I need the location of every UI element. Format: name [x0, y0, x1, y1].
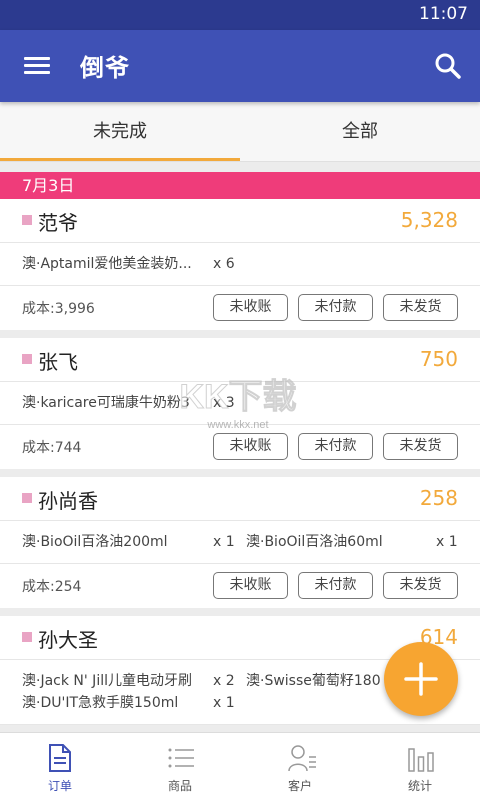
order-card-footer: 成本:254 未收账 未付款 未发货: [0, 564, 480, 608]
document-icon: [49, 744, 71, 772]
order-card-footer: 成本:744 未收账 未付款 未发货: [0, 425, 480, 469]
customer-name: 张飞: [38, 350, 78, 374]
unpaid-tag[interactable]: 未付款: [298, 433, 373, 460]
tab-all[interactable]: 全部: [240, 102, 480, 162]
plus-icon: [404, 662, 438, 696]
item-qty: x 6: [213, 256, 235, 272]
nav-statistics[interactable]: 统计: [360, 733, 480, 800]
tab-incomplete[interactable]: 未完成: [0, 102, 240, 162]
bar-chart-icon: [408, 748, 434, 772]
customer-name: 孙大圣: [38, 628, 98, 652]
item-name: 澳·BioOil百洛油60ml: [246, 534, 383, 550]
nav-label: 客户: [287, 779, 312, 793]
order-items: 澳·BioOil百洛油200ml x 1 澳·BioOil百洛油60ml x 1: [0, 521, 480, 564]
order-amount: 750: [419, 347, 458, 371]
unshipped-tag[interactable]: 未发货: [383, 433, 458, 460]
item-name: 澳·Jack N' Jill儿童电动牙刷: [22, 673, 192, 689]
order-amount: 5,328: [400, 208, 458, 232]
order-items: 澳·karicare可瑞康牛奶粉3 x 3: [0, 382, 480, 425]
list-icon: [168, 748, 194, 768]
item-name: 澳·Aptamil爱他美金装奶...: [22, 256, 192, 272]
item-qty: x 1: [213, 534, 235, 550]
order-card[interactable]: 孙尚香 258 澳·BioOil百洛油200ml x 1 澳·BioOil百洛油…: [0, 477, 480, 608]
item-name: 澳·DU'IT急救手膜150ml: [22, 695, 179, 711]
order-card-header: 孙尚香 258: [0, 477, 480, 521]
unpaid-tag[interactable]: 未付款: [298, 572, 373, 599]
order-items: 澳·Aptamil爱他美金装奶... x 6: [0, 243, 480, 286]
unpaid-receipt-tag[interactable]: 未收账: [213, 294, 288, 321]
item-row: 澳·Aptamil爱他美金装奶... x 6: [0, 253, 480, 275]
tab-indicator: [0, 158, 240, 161]
menu-icon[interactable]: [20, 52, 54, 80]
unpaid-receipt-tag[interactable]: 未收账: [213, 433, 288, 460]
order-item: 澳·BioOil百洛油60ml x 1: [246, 531, 460, 553]
order-bullet: [22, 493, 32, 503]
status-bar: 11:07: [0, 0, 480, 30]
item-name: 澳·Swisse葡萄籽180: [246, 673, 381, 689]
unpaid-tag[interactable]: 未付款: [298, 294, 373, 321]
item-qty: x 1: [436, 534, 458, 550]
customer-name: 范爷: [38, 211, 78, 235]
customer-name: 孙尚香: [38, 489, 98, 513]
tab-bar: 未完成 全部: [0, 102, 480, 162]
nav-label: 商品: [167, 779, 192, 793]
order-item: 澳·BioOil百洛油200ml x 1: [22, 531, 237, 553]
page-title: 倒爷: [80, 54, 130, 82]
order-item: 澳·Aptamil爱他美金装奶... x 6: [22, 253, 252, 275]
unpaid-receipt-tag[interactable]: 未收账: [213, 572, 288, 599]
nav-customers[interactable]: 客户: [240, 733, 360, 800]
item-name: 澳·BioOil百洛油200ml: [22, 534, 168, 550]
nav-label: 订单: [47, 779, 72, 793]
nav-products[interactable]: 商品: [120, 733, 240, 800]
item-row: 澳·karicare可瑞康牛奶粉3 x 3: [0, 392, 480, 414]
order-item: 澳·Jack N' Jill儿童电动牙刷 x 2: [22, 670, 237, 692]
order-card-header: 张飞 750: [0, 338, 480, 382]
order-card-header: 范爷 5,328: [0, 199, 480, 243]
order-card[interactable]: 张飞 750 澳·karicare可瑞康牛奶粉3 x 3 成本:744 未收账 …: [0, 338, 480, 469]
order-item: 澳·karicare可瑞康牛奶粉3 x 3: [22, 392, 252, 414]
order-card-footer: 成本:3,996 未收账 未付款 未发货: [0, 286, 480, 330]
item-name: 澳·karicare可瑞康牛奶粉3: [22, 395, 190, 411]
item-qty: x 3: [213, 395, 235, 411]
item-qty: x 2: [213, 673, 235, 689]
order-amount: 258: [419, 486, 458, 510]
order-bullet: [22, 632, 32, 642]
unshipped-tag[interactable]: 未发货: [383, 572, 458, 599]
order-item: 澳·DU'IT急救手膜150ml x 1: [22, 692, 237, 714]
app-bar: 倒爷: [0, 30, 480, 102]
nav-label: 统计: [407, 779, 432, 793]
person-list-icon: [288, 745, 316, 772]
nav-orders[interactable]: 订单: [0, 733, 120, 800]
status-time: 11:07: [419, 4, 468, 24]
order-cost: 成本:254: [22, 579, 82, 595]
bottom-nav: 订单 商品 客户 统计: [0, 732, 480, 800]
unshipped-tag[interactable]: 未发货: [383, 294, 458, 321]
order-bullet: [22, 354, 32, 364]
order-cost: 成本:744: [22, 440, 82, 456]
search-icon[interactable]: [432, 50, 464, 82]
add-order-button[interactable]: [384, 642, 458, 716]
order-card[interactable]: 范爷 5,328 澳·Aptamil爱他美金装奶... x 6 成本:3,996…: [0, 199, 480, 330]
order-cost: 成本:3,996: [22, 301, 95, 317]
order-bullet: [22, 215, 32, 225]
item-row: 澳·BioOil百洛油200ml x 1 澳·BioOil百洛油60ml x 1: [0, 531, 480, 553]
date-header: 7月3日: [0, 172, 480, 199]
item-qty: x 1: [213, 695, 235, 711]
